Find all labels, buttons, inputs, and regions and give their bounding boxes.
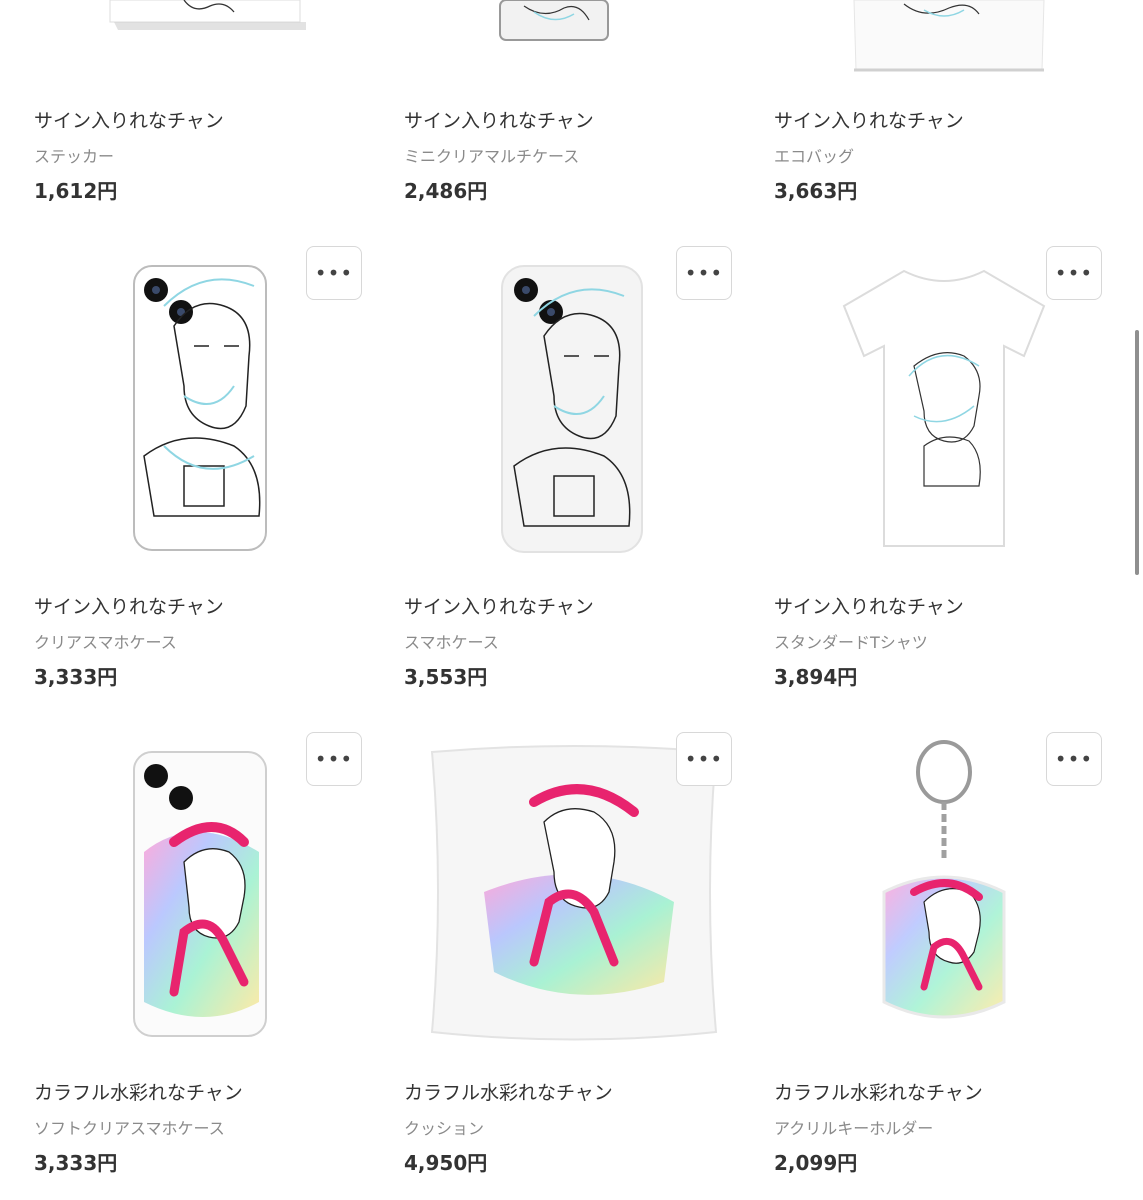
more-dots-icon: ••• [684,261,724,285]
product-title[interactable]: サイン入りれなチャン [34,106,224,133]
product-price: 3,553円 [404,665,488,689]
product-type: クッション [404,1119,485,1138]
more-dots-icon: ••• [1054,747,1094,771]
product-price: 2,486円 [404,179,488,203]
product-type: ミニクリアマルチケース [404,147,580,166]
product-title[interactable]: カラフル水彩れなチャン [404,1078,613,1105]
product-title[interactable]: サイン入りれなチャン [34,592,224,619]
more-options-button[interactable]: ••• [676,246,732,300]
product-type: ソフトクリアスマホケース [34,1119,225,1138]
product-price: 3,333円 [34,1151,118,1175]
product-image[interactable] [404,0,744,80]
more-dots-icon: ••• [684,747,724,771]
product-price: 3,894円 [774,665,858,689]
more-options-button[interactable]: ••• [306,732,362,786]
product-type: エコバッグ [774,147,855,166]
product-type: スタンダードTシャツ [774,633,928,652]
product-price: 4,950円 [404,1151,488,1175]
product-title[interactable]: サイン入りれなチャン [404,106,594,133]
product-type: スマホケース [404,633,499,652]
more-options-button[interactable]: ••• [1046,246,1102,300]
vertical-scrollbar[interactable] [1135,330,1139,575]
product-price: 1,612円 [34,179,118,203]
more-options-button[interactable]: ••• [1046,732,1102,786]
product-price: 2,099円 [774,1151,858,1175]
product-image[interactable] [34,0,374,80]
more-options-button[interactable]: ••• [676,732,732,786]
product-title[interactable]: サイン入りれなチャン [774,106,964,133]
product-title[interactable]: カラフル水彩れなチャン [774,1078,983,1105]
more-dots-icon: ••• [1054,261,1094,285]
product-grid: サイン入りれなチャン ステッカー 1,612円 サイン入りれなチャン ミニクリア… [0,0,1143,1200]
product-title[interactable]: サイン入りれなチャン [404,592,594,619]
product-type: ステッカー [34,147,115,166]
more-dots-icon: ••• [314,747,354,771]
product-title[interactable]: カラフル水彩れなチャン [34,1078,243,1105]
product-price: 3,663円 [774,179,858,203]
product-type: クリアスマホケース [34,633,177,652]
more-options-button[interactable]: ••• [306,246,362,300]
product-image[interactable] [774,0,1114,80]
product-title[interactable]: サイン入りれなチャン [774,592,964,619]
product-type: アクリルキーホルダー [774,1119,934,1138]
product-price: 3,333円 [34,665,118,689]
more-dots-icon: ••• [314,261,354,285]
